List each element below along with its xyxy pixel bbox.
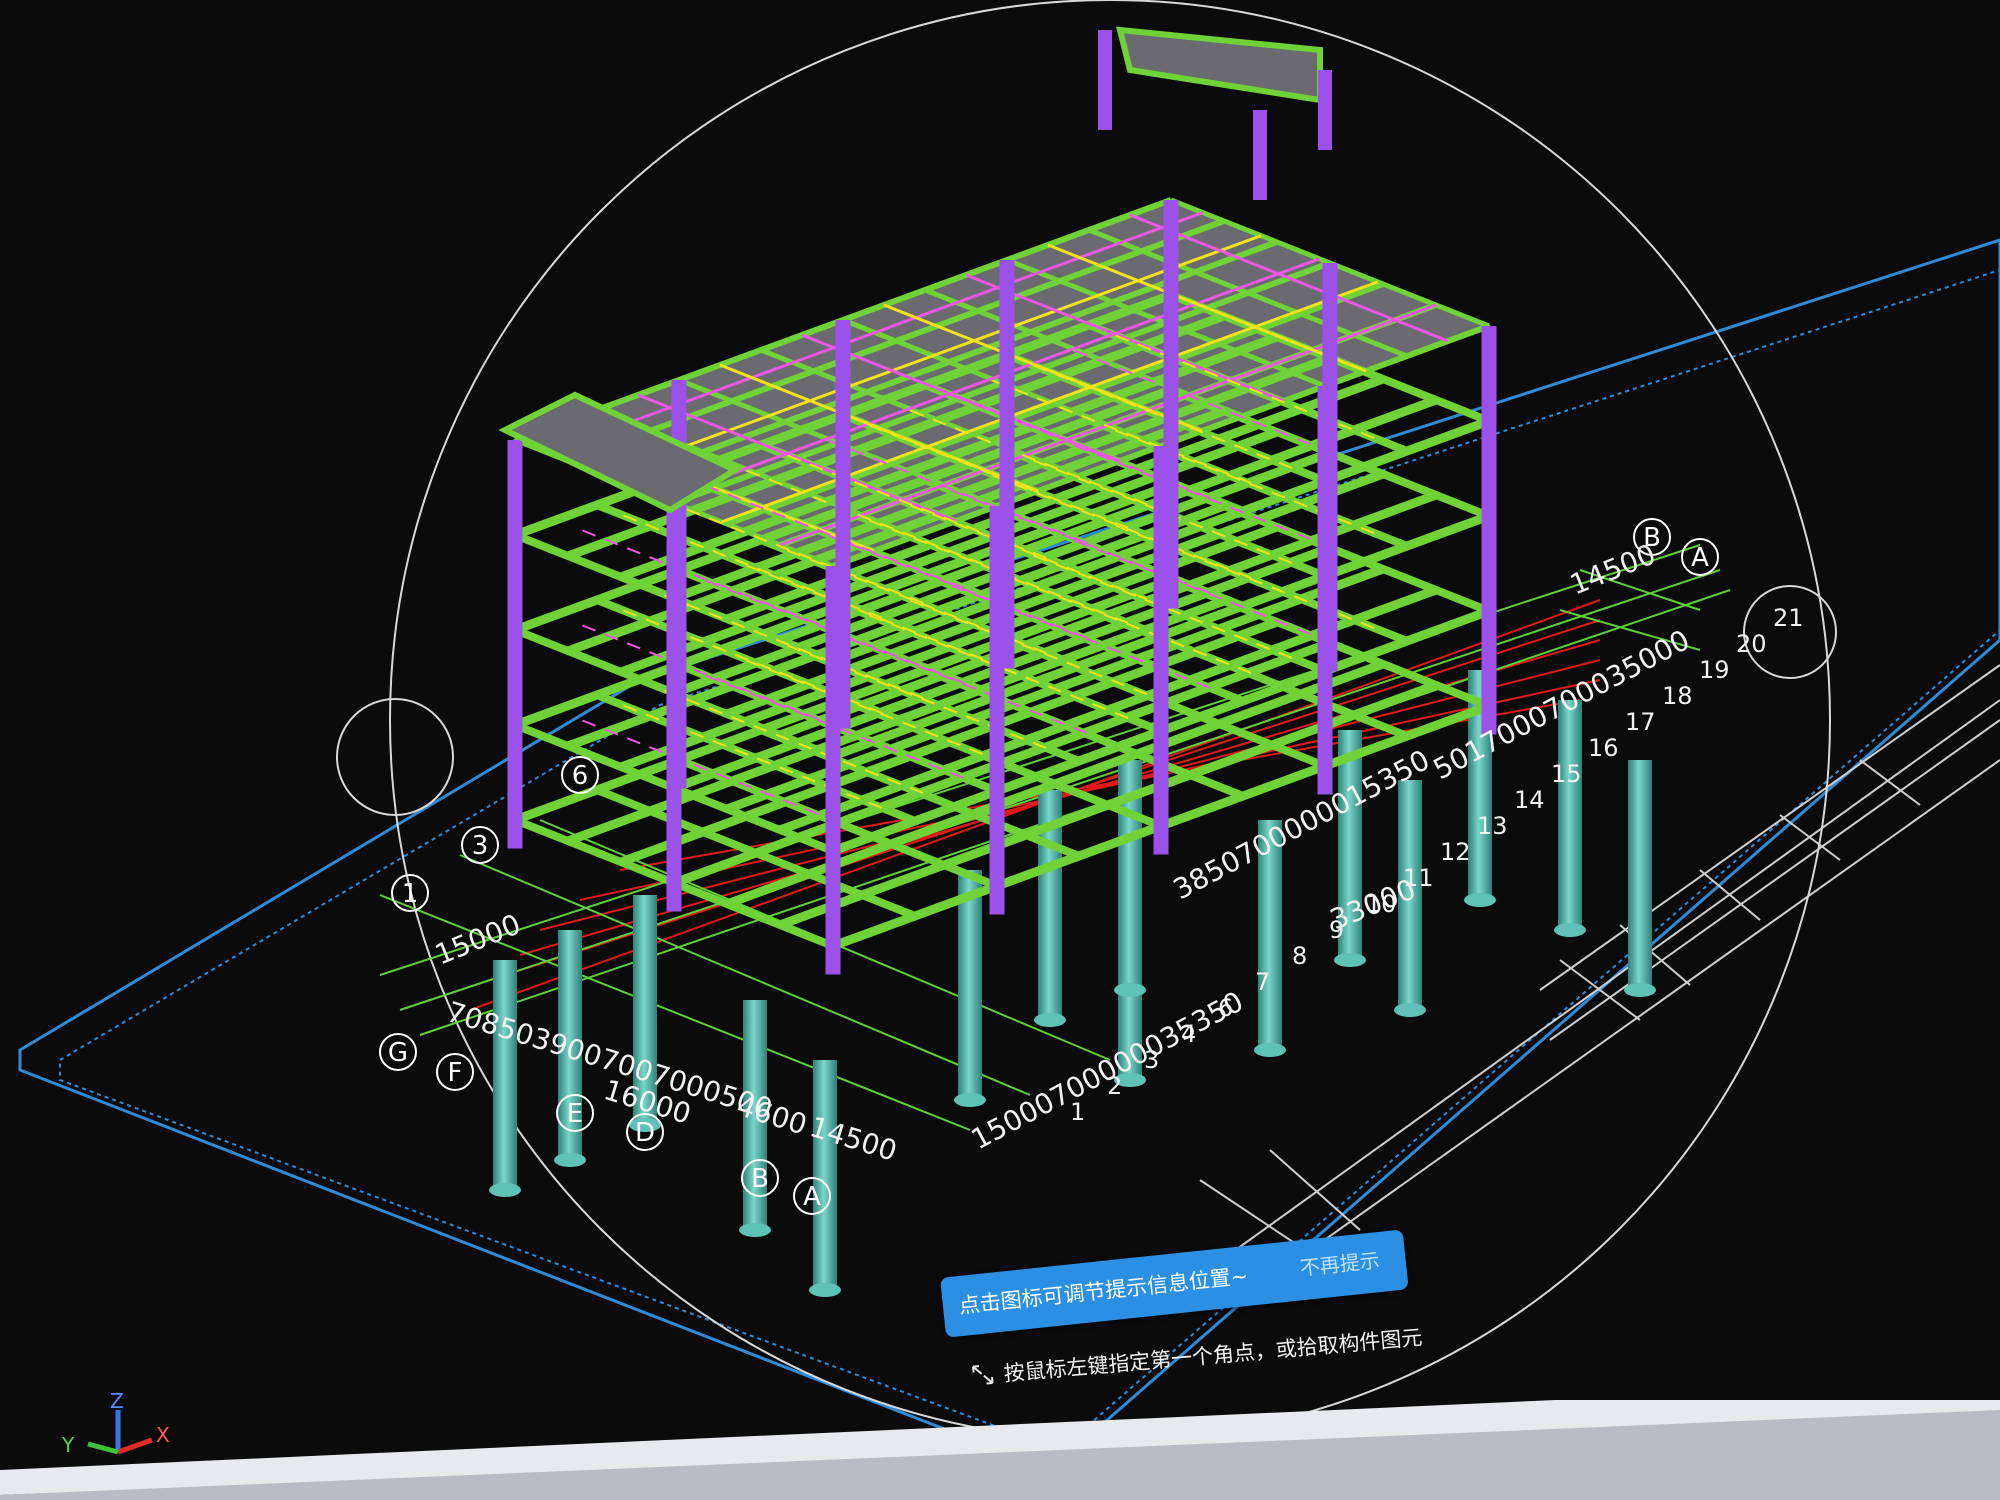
axis-bubble-3: 3 <box>461 826 499 864</box>
svg-text:6: 6 <box>572 761 589 791</box>
axis-number-14: 14 <box>1514 786 1545 814</box>
pile-base <box>954 1093 986 1107</box>
pile-base <box>809 1283 841 1297</box>
pile <box>958 870 982 1100</box>
pile-base <box>1554 923 1586 937</box>
axis-number-18: 18 <box>1662 682 1693 710</box>
svg-text:F: F <box>448 1058 463 1088</box>
axis-number-15: 15 <box>1551 760 1582 788</box>
pile-base <box>739 1223 771 1237</box>
pile-base <box>1624 983 1656 997</box>
pile <box>1628 760 1652 990</box>
svg-text:A: A <box>1691 543 1709 573</box>
cad-viewport[interactable]: G F E D B A 1 3 6 B A 1 2 3 4 6 7 8 9 10 11 12 13 14 15 16 17 18 19 2… <box>0 0 2000 1500</box>
pile-base <box>1254 1043 1286 1057</box>
axis-number-16: 16 <box>1588 734 1619 762</box>
pile-base <box>1394 1003 1426 1017</box>
axis-bubble-6: 6 <box>561 756 599 794</box>
axis-number-13: 13 <box>1477 812 1508 840</box>
pile-base <box>1114 983 1146 997</box>
pick-cursor-icon <box>972 1365 994 1385</box>
axis-number-12: 12 <box>1440 838 1471 866</box>
axis-number-8: 8 <box>1292 942 1307 970</box>
pile <box>493 960 517 1190</box>
axis-number-20: 20 <box>1736 630 1767 658</box>
monitor-bezel <box>0 1400 2000 1500</box>
dont-show-again-button[interactable]: 不再提示 <box>1298 1244 1381 1281</box>
svg-text:B: B <box>751 1164 769 1194</box>
pile <box>813 1060 837 1290</box>
pile-base <box>1464 893 1496 907</box>
pile <box>1558 700 1582 930</box>
svg-text:1: 1 <box>402 879 419 909</box>
axis-bubble-F: F <box>436 1053 474 1091</box>
axis-bubble-1: 1 <box>391 874 429 912</box>
svg-text:3: 3 <box>472 831 489 861</box>
axis-number-21: 21 <box>1773 604 1804 632</box>
pile-base <box>1334 953 1366 967</box>
pile-base <box>1034 1013 1066 1027</box>
dim-front-right-long: 15000700000035350 <box>966 985 1249 1156</box>
pile-base <box>554 1153 586 1167</box>
axis-number-19: 19 <box>1699 656 1730 684</box>
svg-text:D: D <box>635 1118 655 1148</box>
axis-number-17: 17 <box>1625 708 1656 736</box>
pile-base <box>489 1183 521 1197</box>
svg-text:G: G <box>388 1038 408 1068</box>
axis-number-7: 7 <box>1255 968 1270 996</box>
svg-text:A: A <box>803 1182 821 1212</box>
axis-bubble-G: G <box>379 1033 417 1071</box>
roof-core-slab <box>1116 26 1323 104</box>
axis-bubble-right-A: A <box>1681 538 1719 576</box>
svg-text:E: E <box>567 1099 583 1129</box>
